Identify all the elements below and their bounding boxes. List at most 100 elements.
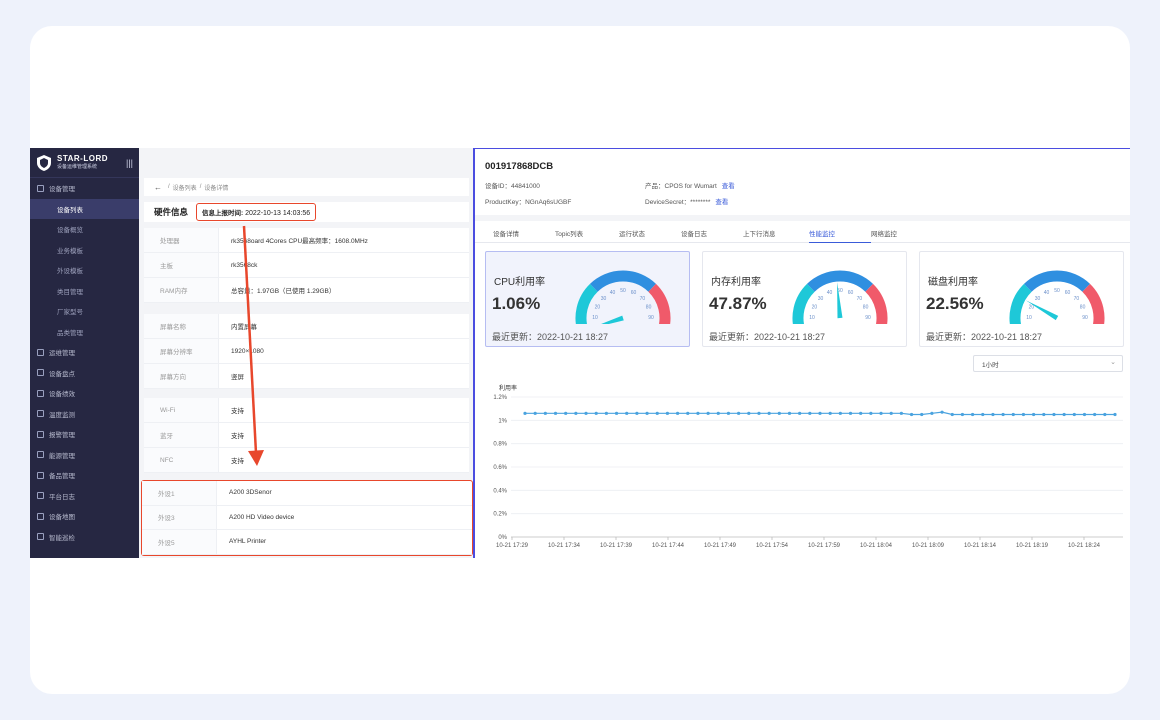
sidebar-item[interactable]: 智能巡检 xyxy=(30,527,139,548)
menu-toggle-icon[interactable]: ||| xyxy=(126,158,133,168)
chevron-down-icon: ⌄ xyxy=(1110,359,1116,366)
y-tick-label: 0.8% xyxy=(493,442,507,448)
x-tick-label: 10-21 17:49 xyxy=(704,543,737,549)
data-point xyxy=(818,411,822,415)
time-range-select[interactable]: 1小时 ⌄ xyxy=(973,355,1123,372)
gauge-updated: 最近更新：2022-10-21 18:27 xyxy=(492,332,609,342)
tab-item[interactable]: 设备日志 xyxy=(681,223,743,243)
data-point xyxy=(594,411,598,415)
tab-item[interactable]: 性能监控 xyxy=(809,223,871,243)
gauge-card[interactable]: 内存利用率47.87%最近更新：2022-10-21 18:2701020304… xyxy=(702,251,907,347)
device-detail-panel: 001917868DCB 设备ID：44841000 产品：CPOS for W… xyxy=(473,148,1130,558)
tab-item[interactable]: 网络监控 xyxy=(871,223,933,243)
sidebar-item[interactable]: 平台日志 xyxy=(30,486,139,507)
gauge-tick-label: 40 xyxy=(827,290,833,296)
sidebar-item[interactable]: 备品管理 xyxy=(30,465,139,486)
sidebar-item-label: 运维管理 xyxy=(49,350,75,358)
data-point xyxy=(991,412,995,417)
sidebar-item-label: 智能巡检 xyxy=(49,534,75,542)
sidebar-item-label: 报警管理 xyxy=(49,432,75,440)
tab-item[interactable]: Topic列表 xyxy=(555,223,619,243)
gauge-tick-label: 70 xyxy=(857,296,863,302)
data-point xyxy=(564,411,568,415)
gauge-card[interactable]: CPU利用率1.06%最近更新：2022-10-21 18:2701020304… xyxy=(485,251,690,347)
gauge-label: CPU利用率 xyxy=(494,277,546,288)
gauge-card[interactable]: 磁盘利用率22.56%最近更新：2022-10-21 18:2701020304… xyxy=(919,251,1124,347)
sidebar-item-label: 设备概览 xyxy=(57,227,83,235)
sidebar-item[interactable]: 设备管理 xyxy=(30,178,139,199)
gauge-value: 22.56% xyxy=(926,294,984,313)
nav-icon xyxy=(37,389,44,397)
sidebar-item-label: 品类管理 xyxy=(57,329,83,337)
gauge-arc-mid xyxy=(1024,270,1090,292)
sidebar-item[interactable]: 厂家型号 xyxy=(30,301,139,322)
data-point xyxy=(1113,412,1117,417)
gauge-arc-high xyxy=(865,283,888,324)
nav-icon xyxy=(37,471,44,479)
sidebar-item[interactable]: 品类管理 xyxy=(30,322,139,343)
y-tick-label: 1.2% xyxy=(493,395,507,401)
data-point xyxy=(787,411,792,415)
annotation-arrow-icon xyxy=(242,225,264,466)
gauge-updated: 最近更新：2022-10-21 18:27 xyxy=(709,332,826,342)
nav-icon xyxy=(37,492,44,500)
gauge-tick-label: 30 xyxy=(601,296,607,302)
data-point xyxy=(1032,412,1036,417)
sidebar-item[interactable]: 温度监测 xyxy=(30,404,139,425)
sidebar-item[interactable]: 设备地图 xyxy=(30,506,139,527)
x-tick-label: 10-21 18:24 xyxy=(1068,543,1101,549)
data-point xyxy=(1093,412,1097,417)
data-point xyxy=(645,411,649,415)
data-point xyxy=(1001,412,1005,417)
gauge-dial: 0102030405060708090100 xyxy=(1009,270,1105,324)
sidebar-nav: 设备管理 设备列表设备概览业务模板 外设模板类目管理厂家型号品类管理运维管理设备盘点… xyxy=(30,178,139,547)
data-point xyxy=(909,412,914,417)
sidebar-item[interactable]: 类目管理 xyxy=(30,281,139,302)
hardware-panel: ← / 设备列表 / 设备详情 硬件信息 信息上报时间: 2022-10-13 … xyxy=(139,148,473,558)
tab-item[interactable]: 设备详情 xyxy=(493,223,555,243)
data-point xyxy=(777,411,781,415)
sidebar-item[interactable]: 外设模板 xyxy=(30,260,139,281)
secret-view-link[interactable]: 查看 xyxy=(715,199,728,206)
sidebar-item[interactable]: 设备列表 xyxy=(30,198,139,219)
shield-logo-icon xyxy=(37,154,51,171)
sidebar-item-label: 类目管理 xyxy=(57,288,83,296)
sidebar-item[interactable]: 能源管理 xyxy=(30,445,139,466)
gauge-tick-label: 70 xyxy=(640,296,646,302)
data-point xyxy=(1103,412,1107,417)
divider xyxy=(475,215,1130,221)
x-tick-label: 10-21 17:54 xyxy=(756,543,789,549)
sidebar-item[interactable]: 业务模板 xyxy=(30,240,139,261)
y-tick-label: 0% xyxy=(498,535,507,541)
gauge-dial: 0102030405060708090100 xyxy=(575,270,671,324)
sidebar-item-label: 能源管理 xyxy=(49,452,75,460)
sidebar-item[interactable]: 设备盘点 xyxy=(30,363,139,384)
data-point xyxy=(838,411,842,415)
x-tick-label: 10-21 18:19 xyxy=(1016,543,1049,549)
brand-name: STAR-LORD xyxy=(57,154,109,163)
sidebar-item[interactable]: 报警管理 xyxy=(30,424,139,445)
sidebar-item-label: 设备地图 xyxy=(49,514,75,522)
productkey-field: ProductKey：NGnAq6sUGBF xyxy=(485,199,572,206)
gauge-tick-label: 60 xyxy=(1065,290,1071,296)
tab-item[interactable]: 运行状态 xyxy=(619,223,681,243)
data-point xyxy=(981,412,985,417)
product-field: 产品：CPOS for Wumart 查看 xyxy=(645,183,735,190)
nav-icon xyxy=(37,512,44,520)
data-point xyxy=(798,411,802,415)
product-view-link[interactable]: 查看 xyxy=(722,183,735,190)
tab-item[interactable]: 上下行消息 xyxy=(743,223,809,243)
data-point xyxy=(574,411,578,415)
sidebar-item-label: 设备盘点 xyxy=(49,370,75,378)
content-card: STAR-LORD 设备运维管理系统 ||| 设备管理 设备列表 设备概览 业务模板外… xyxy=(30,26,1130,694)
nav-icon xyxy=(37,369,44,377)
gauge-dial: 0102030405060708090100 xyxy=(792,270,888,324)
sidebar-item[interactable]: 运维管理 xyxy=(30,342,139,363)
sidebar-item[interactable]: 设备概览 xyxy=(30,219,139,240)
gauge-tick-label: 90 xyxy=(1082,315,1088,321)
gauge-tick-label: 10 xyxy=(1026,315,1032,321)
nav-icon xyxy=(37,430,44,438)
data-point xyxy=(523,411,527,415)
sidebar-item[interactable]: 设备绩效 xyxy=(30,383,139,404)
gauge-value: 47.87% xyxy=(709,294,767,313)
